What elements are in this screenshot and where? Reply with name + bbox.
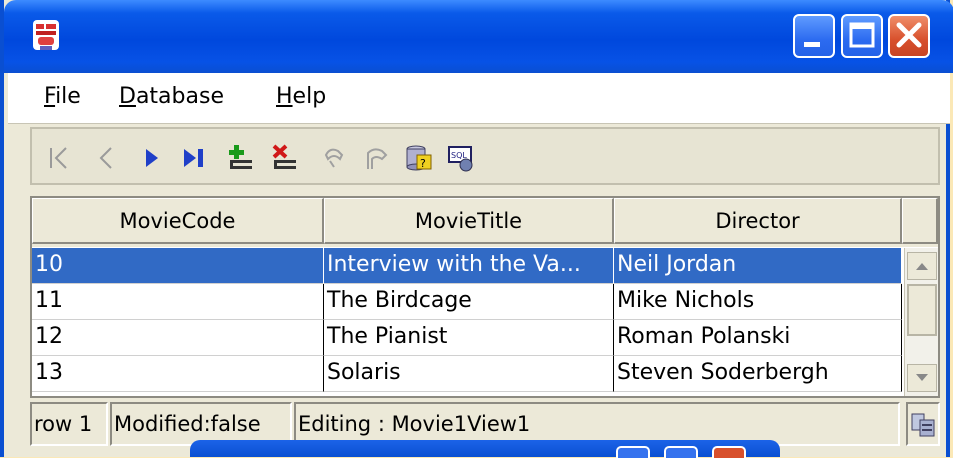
minimize-button[interactable] bbox=[793, 14, 835, 58]
menu-file[interactable]: File bbox=[44, 84, 81, 109]
scroll-thumb[interactable] bbox=[907, 284, 937, 336]
menu-database-mnemonic: D bbox=[119, 84, 136, 109]
previous-record-icon[interactable] bbox=[92, 143, 122, 173]
status-row: row 1 bbox=[30, 402, 108, 446]
delete-record-icon[interactable] bbox=[270, 143, 300, 173]
dialog-maximize-button[interactable] bbox=[664, 446, 698, 458]
maximize-button[interactable] bbox=[841, 14, 883, 58]
maximize-icon bbox=[849, 22, 875, 48]
table-header: MovieCode MovieTitle Director bbox=[32, 198, 938, 247]
menu-database-label: atabase bbox=[135, 84, 224, 109]
scroll-down-icon bbox=[916, 374, 928, 381]
cell-movietitle[interactable]: Solaris bbox=[324, 356, 614, 392]
app-icon bbox=[33, 20, 59, 50]
table-row[interactable]: 13 Solaris Steven Soderbergh bbox=[32, 356, 902, 392]
scroll-down-button[interactable] bbox=[907, 364, 937, 392]
navigation-toolbar: ? SQL bbox=[30, 127, 940, 185]
cell-movietitle[interactable]: The Pianist bbox=[324, 320, 614, 356]
cell-movietitle[interactable]: Interview with the Va... bbox=[324, 248, 614, 284]
dialog-titlebar-partial[interactable] bbox=[190, 440, 780, 458]
dialog-close-button[interactable] bbox=[712, 446, 746, 458]
menu-bar: File Database Help bbox=[8, 73, 950, 124]
cell-moviecode[interactable]: 12 bbox=[32, 320, 324, 356]
first-record-icon[interactable] bbox=[46, 143, 76, 173]
cell-director[interactable]: Roman Polanski bbox=[614, 320, 902, 356]
commit-icon[interactable] bbox=[320, 143, 350, 173]
column-header-movietitle[interactable]: MovieTitle bbox=[324, 198, 614, 244]
table-row[interactable]: 10 Interview with the Va... Neil Jordan bbox=[32, 248, 902, 284]
cell-moviecode[interactable]: 11 bbox=[32, 284, 324, 320]
cell-moviecode[interactable]: 13 bbox=[32, 356, 324, 392]
svg-text:?: ? bbox=[420, 157, 426, 170]
cell-director[interactable]: Neil Jordan bbox=[614, 248, 902, 284]
application-window: File Database Help ? SQL MovieCode Movie… bbox=[0, 0, 953, 457]
table-row[interactable]: 11 The Birdcage Mike Nichols bbox=[32, 284, 902, 320]
column-header-spacer bbox=[902, 198, 938, 244]
last-record-icon[interactable] bbox=[178, 143, 208, 173]
rollback-icon[interactable] bbox=[362, 143, 392, 173]
cell-director[interactable]: Steven Soderbergh bbox=[614, 356, 902, 392]
database-icon bbox=[911, 413, 935, 437]
cell-moviecode[interactable]: 10 bbox=[32, 248, 324, 284]
data-grid: MovieCode MovieTitle Director 10 Intervi… bbox=[30, 196, 940, 398]
menu-help-mnemonic: H bbox=[276, 84, 293, 109]
column-header-moviecode[interactable]: MovieCode bbox=[32, 198, 324, 244]
close-button[interactable] bbox=[888, 14, 930, 58]
menu-help-label: elp bbox=[292, 84, 327, 109]
scroll-up-icon bbox=[916, 263, 928, 270]
minimize-icon bbox=[804, 42, 820, 47]
vertical-scrollbar[interactable] bbox=[904, 248, 938, 396]
status-db-button[interactable] bbox=[906, 402, 940, 446]
scroll-up-button[interactable] bbox=[907, 252, 937, 280]
menu-help[interactable]: Help bbox=[276, 84, 326, 109]
table-row[interactable]: 12 The Pianist Roman Polanski bbox=[32, 320, 902, 356]
cell-movietitle[interactable]: The Birdcage bbox=[324, 284, 614, 320]
menu-database[interactable]: Database bbox=[119, 84, 224, 109]
query-icon[interactable]: ? bbox=[404, 143, 434, 173]
close-icon bbox=[896, 22, 922, 48]
dialog-minimize-button[interactable] bbox=[616, 446, 650, 458]
menu-file-label: ile bbox=[55, 84, 81, 109]
next-record-icon[interactable] bbox=[136, 143, 166, 173]
title-bar[interactable] bbox=[4, 0, 953, 73]
column-header-director[interactable]: Director bbox=[614, 198, 902, 244]
sql-icon[interactable]: SQL bbox=[446, 143, 476, 173]
insert-record-icon[interactable] bbox=[226, 143, 256, 173]
cell-director[interactable]: Mike Nichols bbox=[614, 284, 902, 320]
menu-file-mnemonic: F bbox=[44, 84, 56, 109]
